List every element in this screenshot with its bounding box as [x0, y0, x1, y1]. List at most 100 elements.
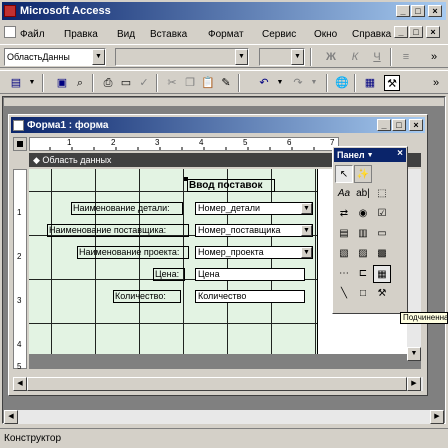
view-icon[interactable]: ▤: [8, 75, 24, 91]
menu-view[interactable]: Вид: [117, 29, 135, 40]
tab-control-icon[interactable]: ⊏: [354, 265, 372, 283]
field-price[interactable]: Цена: [195, 268, 305, 281]
menu-edit[interactable]: Правка: [64, 29, 98, 40]
cut-icon[interactable]: ✂: [164, 75, 180, 91]
chevron-down-icon[interactable]: ▼: [92, 49, 105, 65]
chevron-down-icon[interactable]: ▼: [272, 75, 288, 91]
menu-window[interactable]: Окно: [314, 29, 337, 40]
tooltip: Подчиненная форма/отчет: [400, 312, 448, 324]
form-close-icon[interactable]: ×: [409, 119, 423, 131]
label-part-name[interactable]: Наименование детали:: [71, 202, 183, 215]
object-select[interactable]: ОбластьДанны ▼: [4, 48, 106, 66]
doc-close-icon[interactable]: ×: [426, 26, 440, 38]
subform-icon[interactable]: ▦: [373, 265, 391, 283]
menu-format[interactable]: Формат: [208, 29, 244, 40]
more-icon[interactable]: »: [428, 75, 444, 91]
label-tool-icon[interactable]: Aa: [335, 185, 353, 203]
bound-object-icon[interactable]: ▩: [373, 245, 391, 263]
doc-restore-icon[interactable]: □: [409, 26, 423, 38]
form-selector[interactable]: [13, 137, 27, 151]
print-icon[interactable]: ⎙: [100, 75, 116, 91]
access-logo-icon: [4, 5, 16, 17]
scroll-right-icon[interactable]: ▶: [407, 377, 421, 391]
textbox-tool-icon[interactable]: ab|: [354, 185, 372, 203]
bold-button[interactable]: Ж: [323, 49, 339, 65]
form-vscroll[interactable]: [407, 169, 421, 359]
toolbox-title-bar[interactable]: Панел ▼ ×: [334, 148, 406, 162]
undo-icon[interactable]: ↶: [256, 75, 272, 91]
search-icon[interactable]: ⌕: [72, 75, 88, 91]
list-box-icon[interactable]: ▥: [354, 225, 372, 243]
print-preview-icon[interactable]: ▭: [118, 75, 134, 91]
chevron-down-icon[interactable]: ▼: [24, 75, 40, 91]
chevron-down-icon[interactable]: ▼: [301, 225, 312, 236]
hscroll-thumb[interactable]: [27, 377, 407, 391]
toolbox-panel: Панел ▼ × ↖ ✨ Aa ab| ⬚ ⇄ ◉ ☑ ▤ ▥ ▭ ▧ ▨ ▩ …: [332, 146, 408, 314]
toggle-button-icon[interactable]: ⇄: [335, 205, 353, 223]
minimize-icon[interactable]: _: [396, 5, 410, 17]
form-maximize-icon[interactable]: □: [392, 119, 406, 131]
doc-minimize-icon[interactable]: _: [394, 26, 408, 38]
unbound-object-icon[interactable]: ▨: [354, 245, 372, 263]
underline-button[interactable]: Ч: [369, 49, 385, 65]
font-size-select[interactable]: ▼: [259, 48, 305, 66]
chevron-down-icon[interactable]: ▼: [235, 49, 248, 65]
label-price[interactable]: Цена:: [153, 268, 185, 281]
workspace-hscroll[interactable]: [4, 410, 444, 424]
more-icon[interactable]: »: [426, 49, 442, 65]
form-title-label[interactable]: Ввод поставок: [187, 179, 275, 192]
horizontal-ruler: 1 2 3 4 5 6 7: [29, 137, 339, 151]
form-minimize-icon[interactable]: _: [377, 119, 391, 131]
scroll-left-icon[interactable]: ◀: [13, 377, 27, 391]
field-part-number[interactable]: Номер_детали ▼: [195, 202, 313, 215]
form-title-bar: Форма1 : форма _ □ ×: [11, 117, 425, 133]
copy-icon[interactable]: ❐: [182, 75, 198, 91]
redo-icon[interactable]: ↷: [290, 75, 306, 91]
control-wizards-icon[interactable]: ✨: [354, 165, 372, 183]
db-window-frame: [4, 98, 444, 106]
more-controls-icon[interactable]: ⚒: [373, 285, 391, 303]
line-icon[interactable]: ╲: [335, 285, 353, 303]
format-painter-icon[interactable]: ✎: [218, 75, 234, 91]
font-select[interactable]: ▼: [115, 48, 249, 66]
chevron-down-icon[interactable]: ▼: [301, 203, 312, 214]
doc-icon: [4, 26, 16, 38]
close-icon[interactable]: ×: [428, 5, 442, 17]
page-break-icon[interactable]: ⋯: [335, 265, 353, 283]
field-project-number[interactable]: Номер_проекта ▼: [195, 246, 313, 259]
rectangle-icon[interactable]: □: [354, 285, 372, 303]
chevron-down-icon[interactable]: ▼: [291, 49, 304, 65]
checkbox-icon[interactable]: ☑: [373, 205, 391, 223]
italic-button[interactable]: К: [347, 49, 363, 65]
label-project-name[interactable]: Наименование проекта:: [77, 246, 189, 259]
menu-tools[interactable]: Сервис: [262, 29, 296, 40]
field-quantity[interactable]: Количество: [195, 290, 305, 303]
paste-icon[interactable]: 📋: [200, 75, 216, 91]
chevron-down-icon[interactable]: ▼: [301, 247, 312, 258]
hyperlink-icon[interactable]: 🌐: [334, 75, 350, 91]
menu-file[interactable]: Файл: [20, 29, 45, 40]
scroll-right-icon[interactable]: ▶: [430, 410, 444, 424]
label-quantity[interactable]: Количество:: [113, 290, 181, 303]
toolbox-icon[interactable]: ⚒: [384, 75, 400, 91]
save-icon[interactable]: ▣: [54, 75, 70, 91]
command-button-icon[interactable]: ▭: [373, 225, 391, 243]
scroll-left-icon[interactable]: ◀: [4, 410, 18, 424]
menu-insert[interactable]: Вставка: [150, 29, 187, 40]
close-icon[interactable]: ×: [397, 148, 403, 159]
app-title-bar: Microsoft Access _ □ ×: [2, 2, 446, 20]
chevron-down-icon[interactable]: ▼: [306, 75, 322, 91]
scroll-down-icon[interactable]: ▼: [407, 347, 421, 361]
field-list-icon[interactable]: ▦: [362, 75, 378, 91]
field-supplier-number[interactable]: Номер_поставщика ▼: [195, 224, 313, 237]
menu-help[interactable]: Справка: [352, 29, 391, 40]
image-icon[interactable]: ▧: [335, 245, 353, 263]
option-button-icon[interactable]: ◉: [354, 205, 372, 223]
label-supplier-name[interactable]: Наименование поставщика:: [47, 224, 189, 237]
spelling-icon[interactable]: ✓: [136, 75, 152, 91]
select-objects-icon[interactable]: ↖: [335, 165, 353, 183]
combo-box-icon[interactable]: ▤: [335, 225, 353, 243]
align-left-icon[interactable]: ≡: [398, 49, 414, 65]
maximize-icon[interactable]: □: [411, 5, 425, 17]
option-group-icon[interactable]: ⬚: [373, 185, 391, 203]
